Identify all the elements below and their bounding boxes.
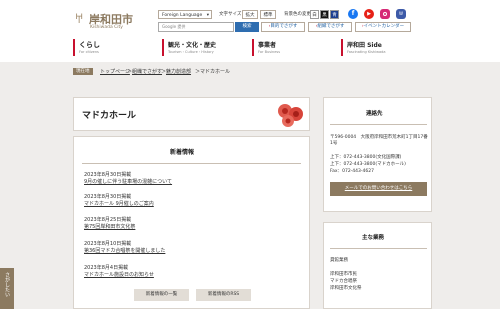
foreign-language-label: Foreign Language bbox=[162, 13, 203, 18]
org-search-label: 組織でさがす bbox=[317, 24, 345, 29]
purpose-search-label: 目的でさがす bbox=[270, 24, 298, 29]
breadcrumb-dept[interactable]: 魅力創造部 bbox=[166, 69, 191, 75]
org-search-button[interactable]: ›組織でさがす bbox=[308, 22, 352, 32]
duty-item: マドカ合唱祭 bbox=[330, 279, 357, 284]
nav-sublabel: Tourism・Culture・History bbox=[168, 50, 214, 54]
chevron-down-icon: ▾ bbox=[206, 13, 209, 18]
nav-label: くらし bbox=[79, 41, 100, 49]
nav-accent-bar bbox=[252, 39, 254, 56]
nav-sublabel: For Business bbox=[258, 50, 281, 54]
logo-mark-icon: 𐀀 bbox=[75, 12, 84, 26]
contact-panel: 連絡先 〒596-0004 大阪府岸和田市荒木町1丁目17番1号 上下：072-… bbox=[323, 97, 432, 212]
news-heading: 新着情報 bbox=[170, 149, 195, 156]
side-search-tab[interactable]: さがしたい bbox=[0, 268, 14, 309]
news-date: 2023年8月10日掲載 bbox=[84, 241, 132, 247]
nav-sublabel: Fascinating Kishiwada bbox=[347, 50, 386, 54]
line-icon[interactable]: W bbox=[396, 9, 406, 19]
contact-phone-2: 上下：072-443-3800(マドカホール) bbox=[330, 162, 406, 167]
breadcrumb-org[interactable]: 組織でさがす bbox=[132, 69, 162, 75]
contact-mail-button[interactable]: メールでのお問い合わせはこちら bbox=[330, 182, 427, 196]
contact-heading: 連絡先 bbox=[366, 111, 383, 117]
contact-phone-1: 上下：072-443-3800(文化国際課) bbox=[330, 155, 402, 160]
page-title-panel: マドカホール bbox=[73, 97, 310, 131]
breadcrumb-home[interactable]: トップページ bbox=[100, 69, 130, 75]
font-enlarge-button[interactable]: 拡大 bbox=[242, 10, 258, 19]
duties-heading-underline bbox=[330, 248, 427, 249]
instagram-icon[interactable] bbox=[380, 9, 390, 19]
news-link[interactable]: 9月の催しに伴う駐車場の混雑について bbox=[84, 179, 172, 185]
search-button[interactable]: 検索 bbox=[235, 22, 259, 32]
bg-color-label: 背景色の変更 bbox=[284, 12, 311, 17]
contact-address: 〒596-0004 大阪府岸和田市荒木町1丁目17番1号 bbox=[330, 135, 428, 146]
nav-item-kishiwada-side[interactable]: 岸和田 Side Fascinating Kishiwada bbox=[341, 38, 427, 58]
rose-decoration-icon bbox=[274, 100, 308, 130]
foreign-language-select[interactable]: Foreign Language ▾ bbox=[158, 10, 212, 19]
youtube-icon[interactable]: ▶ bbox=[364, 9, 374, 19]
contact-mail-label: メールでのお問い合わせはこちら bbox=[344, 186, 413, 191]
font-size-label: 文字サイズ bbox=[219, 12, 242, 17]
side-search-label: さがしたい bbox=[4, 272, 10, 297]
nav-item-business[interactable]: 事業者 For Business bbox=[252, 38, 332, 58]
nav-accent-bar bbox=[162, 39, 164, 56]
news-link[interactable]: 第36回マドカ合唱祭を開催しました bbox=[84, 248, 165, 254]
news-heading-underline bbox=[82, 163, 301, 164]
contact-fax: Fax：072-443-4627 bbox=[330, 169, 374, 174]
search-input[interactable]: Google 提供 bbox=[158, 22, 234, 32]
duties-heading: 主な業務 bbox=[362, 235, 385, 241]
search-placeholder: Google 提供 bbox=[162, 24, 186, 29]
news-date: 2023年8月30日掲載 bbox=[84, 172, 132, 178]
duty-item: 貸館業務 bbox=[330, 258, 348, 263]
page-title: マドカホール bbox=[82, 111, 137, 121]
event-calendar-button[interactable]: ›イベントカレンダー bbox=[355, 22, 411, 32]
font-standard-button[interactable]: 標準 bbox=[260, 10, 276, 19]
news-link[interactable]: マドカホール施設日のお知らせ bbox=[84, 272, 154, 278]
news-date: 2023年8月4日掲載 bbox=[84, 265, 129, 271]
bg-blue-button[interactable]: 青 bbox=[330, 10, 339, 19]
nav-label: 事業者 bbox=[258, 42, 277, 49]
logo-subtitle: Kishiwada City bbox=[90, 25, 123, 30]
news-list-button[interactable]: 新着情報の一覧 bbox=[134, 289, 189, 301]
breadcrumb-current: マドカホール bbox=[200, 69, 231, 75]
news-rss-button[interactable]: 新着情報のRSS bbox=[196, 289, 251, 301]
site-logo[interactable]: 𐀀 岸和田市 Kishiwada City bbox=[73, 10, 133, 34]
bg-white-button[interactable]: 白 bbox=[310, 10, 319, 19]
duty-item: 岸和田市市民 bbox=[330, 272, 357, 277]
bg-black-button[interactable]: 黒 bbox=[320, 10, 329, 19]
nav-item-tourism[interactable]: 観光・文化・歴史 Tourism・Culture・History bbox=[162, 38, 242, 58]
nav-sublabel: For citizens bbox=[79, 50, 99, 54]
nav-label: 岸和田 Side bbox=[347, 42, 382, 49]
purpose-search-button[interactable]: ›目的でさがす bbox=[261, 22, 305, 32]
facebook-icon[interactable]: f bbox=[348, 9, 358, 19]
nav-accent-bar bbox=[341, 39, 343, 56]
event-calendar-label: イベントカレンダー bbox=[363, 24, 405, 29]
nav-item-kurashi[interactable]: くらし For citizens bbox=[73, 38, 153, 58]
news-link[interactable]: マドカホール 9月催しのご案内 bbox=[84, 201, 154, 207]
nav-label: 観光・文化・歴史 bbox=[168, 42, 217, 49]
nav-accent-bar bbox=[73, 39, 75, 56]
news-link[interactable]: 第75回岸和田市文化祭 bbox=[84, 224, 135, 230]
contact-heading-underline bbox=[330, 124, 427, 125]
breadcrumb-badge: 現在地 bbox=[73, 68, 93, 76]
duty-item: 岸和田市文化祭 bbox=[330, 286, 362, 291]
news-date: 2023年8月30日掲載 bbox=[84, 194, 132, 200]
news-date: 2023年8月25日掲載 bbox=[84, 217, 132, 223]
breadcrumb: 現在地 トップページ ＞ 組織でさがす ＞ 魅力創造部 ＞ マドカホール bbox=[73, 68, 433, 78]
news-panel: 新着情報 2023年8月30日掲載 9月の催しに伴う駐車場の混雑について 202… bbox=[73, 136, 310, 309]
duties-panel: 主な業務 貸館業務 岸和田市市民 マドカ合唱祭 岸和田市文化祭 bbox=[323, 222, 432, 309]
